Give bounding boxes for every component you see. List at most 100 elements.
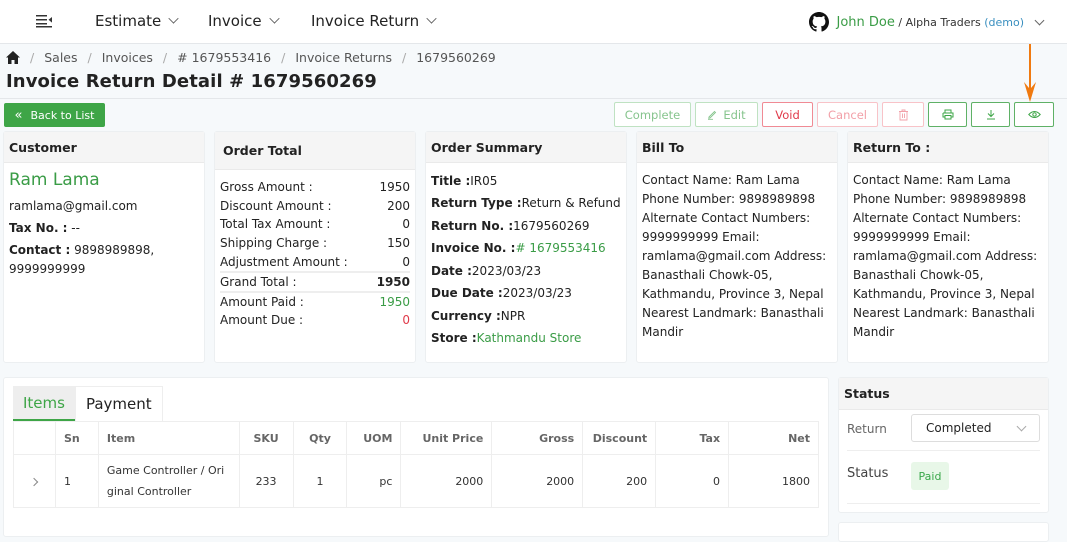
customer-name[interactable]: Ram Lama (9, 171, 199, 197)
order-total-row: Total Tax Amount : 0 (220, 215, 410, 234)
breadcrumb-separator: / (281, 50, 286, 65)
summary-value: Return & Refund (521, 196, 621, 211)
pencil-icon (708, 110, 717, 120)
preview-button[interactable] (1014, 102, 1054, 127)
delete-button[interactable] (882, 102, 924, 127)
tax-value: -- (67, 221, 80, 235)
void-label: Void (775, 107, 800, 122)
cancel-button[interactable]: Cancel (817, 102, 878, 127)
breadcrumb-separator: / (87, 50, 92, 65)
return-to-address: Contact Name: Ram Lama Phone Number: 989… (853, 173, 1038, 339)
customer-contact: Contact : 9898989898, 9999999999 (9, 241, 199, 279)
return-status-select[interactable]: Completed (911, 414, 1040, 442)
next-panel (838, 522, 1049, 542)
summary-label: Date : (431, 263, 472, 278)
breadcrumb-invoices[interactable]: Invoices (102, 50, 153, 65)
divider (0, 98, 1067, 99)
col-net: Net (728, 421, 819, 455)
row-label: Discount Amount : (220, 198, 332, 213)
cell-sn: 1 (54, 454, 99, 508)
cell-sku: 233 (238, 454, 294, 508)
cell-net: 1800 (728, 454, 819, 508)
amount-paid-value: 1950 (379, 294, 410, 309)
customer-card: Customer Ram Lama ramlama@gmail.com Tax … (3, 131, 205, 363)
nav-invoice-label: Invoice (208, 12, 262, 30)
table-header-row: Sn Item SKU Qty UOM Unit Price Gross Dis… (13, 421, 819, 455)
complete-button[interactable]: Complete (614, 102, 691, 127)
user-menu[interactable]: John Doe / Alpha Traders (demo) (808, 12, 1045, 32)
home-icon[interactable] (6, 51, 20, 64)
nav-invoice-return-label: Invoice Return (311, 12, 420, 30)
summary-label: Title : (431, 173, 471, 188)
menu-toggle-icon[interactable] (36, 14, 52, 28)
status-panel-title: Status (839, 378, 1048, 410)
tab-items[interactable]: Items (13, 386, 75, 421)
row-label: Total Tax Amount : (220, 217, 331, 232)
row-value: 1950 (379, 179, 410, 194)
annotation-arrow-icon (1024, 44, 1036, 102)
summary-row: Due Date : 2023/03/23 (431, 283, 621, 306)
breadcrumb-separator: / (30, 50, 35, 65)
summary-value: IR05 (470, 173, 498, 188)
summary-row: Date : 2023/03/23 (431, 260, 621, 283)
back-to-list-button[interactable]: « Back to List (4, 103, 105, 127)
bill-to-card: Bill To Contact Name: Ram Lama Phone Num… (636, 131, 838, 363)
chevron-down-icon (1034, 15, 1045, 25)
print-button[interactable] (928, 102, 967, 127)
summary-row: Invoice No. : # 1679553416 (431, 238, 621, 261)
payment-status-badge: Paid (911, 462, 949, 490)
summary-row: Title : IR05 (431, 170, 621, 193)
amount-due-value: 0 (402, 313, 410, 328)
col-discount: Discount (582, 421, 657, 455)
breadcrumb-sales[interactable]: Sales (44, 50, 77, 65)
summary-label: Return Type : (431, 196, 522, 211)
top-navbar: Estimate Invoice Invoice Return John Doe… (0, 0, 1067, 44)
summary-label: Invoice No. : (431, 241, 516, 256)
col-expand (13, 421, 56, 455)
amount-paid-row: Amount Paid : 1950 (220, 291, 410, 311)
tab-payment[interactable]: Payment (74, 386, 163, 421)
customer-card-title: Customer (4, 132, 204, 163)
summary-value: NPR (500, 308, 526, 323)
summary-value: 2023/03/23 (471, 263, 542, 278)
col-unit-price: Unit Price (400, 421, 493, 455)
breadcrumb-separator: / (402, 50, 407, 65)
amount-paid-label: Amount Paid : (220, 294, 304, 309)
expand-row-toggle[interactable] (13, 454, 56, 508)
breadcrumb-invoice-returns[interactable]: Invoice Returns (295, 50, 392, 65)
nav-invoice-return[interactable]: Invoice Return (311, 12, 437, 30)
order-summary-title: Order Summary (426, 132, 626, 163)
nav-estimate[interactable]: Estimate (95, 12, 179, 30)
return-to-title: Return To : (848, 132, 1048, 163)
row-value: 150 (387, 235, 410, 250)
summary-label: Return No. : (431, 218, 514, 233)
order-total-row: Shipping Charge : 150 (220, 234, 410, 253)
payment-status-label: Status (847, 466, 889, 481)
order-total-row: Discount Amount : 200 (220, 197, 410, 216)
col-item: Item (97, 421, 240, 455)
org-name: / Alpha Traders (894, 15, 985, 29)
row-value: 0 (402, 254, 410, 269)
amount-due-label: Amount Due : (220, 313, 304, 328)
cell-qty: 1 (292, 454, 348, 508)
tab-bar: Items Payment (13, 386, 163, 421)
eye-icon (1027, 111, 1041, 118)
edit-button[interactable]: Edit (695, 102, 758, 127)
breadcrumb-invoice-number[interactable]: # 1679553416 (177, 50, 271, 65)
row-label: Shipping Charge : (220, 235, 328, 250)
summary-row: Store : Kathmandu Store (431, 328, 621, 351)
action-toolbar: Complete Edit Void Cancel (614, 102, 1054, 127)
void-button[interactable]: Void (762, 102, 813, 127)
invoice-link[interactable]: # 1679553416 (515, 239, 605, 258)
summary-value: 1679560269 (513, 218, 590, 233)
order-total-card: Order Total Gross Amount : 1950 Discount … (214, 131, 416, 363)
download-icon (986, 110, 995, 120)
nav-invoice[interactable]: Invoice (208, 12, 280, 30)
download-button[interactable] (971, 102, 1010, 127)
github-icon[interactable] (808, 12, 829, 32)
cell-item: Game Controller / Original Controller (97, 454, 240, 508)
customer-tax: Tax No. : -- (9, 219, 199, 241)
col-gross: Gross (491, 421, 584, 455)
page-title: Invoice Return Detail # 1679560269 (6, 71, 377, 92)
store-link[interactable]: Kathmandu Store (477, 329, 582, 348)
